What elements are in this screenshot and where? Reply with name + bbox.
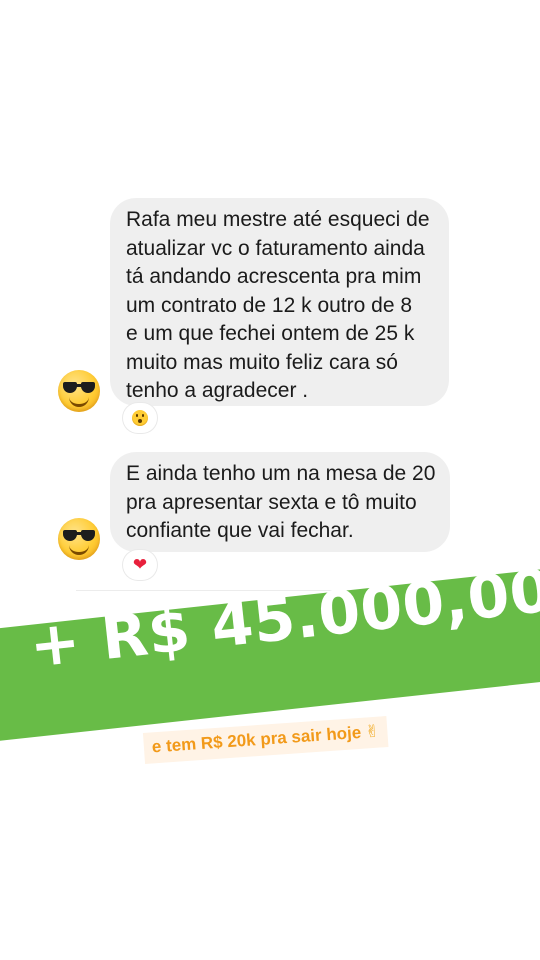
sunglasses-icon [63,382,95,393]
caption-sticker: e tem R$ 20k pra sair hoje ✌ [142,716,389,764]
caption-text: e tem R$ 20k pra sair hoje [151,722,362,757]
message-bubble[interactable]: Rafa meu mestre até esqueci de atualizar… [110,198,449,406]
crossed-fingers-icon: ✌ [364,721,381,743]
message-bubble[interactable]: E ainda tenho um na mesa de 20 pra apres… [110,452,450,552]
message-text: E ainda tenho um na mesa de 20 pra apres… [126,462,436,542]
message-reaction[interactable]: ❤ [123,550,157,580]
message-reaction[interactable] [123,403,157,433]
sender-avatar [58,370,100,412]
message-text: Rafa meu mestre até esqueci de atualizar… [126,208,430,402]
sunglasses-icon [63,530,95,541]
red-heart-icon: ❤ [132,554,148,575]
sender-avatar [58,518,100,560]
surprised-face-icon [132,410,148,426]
